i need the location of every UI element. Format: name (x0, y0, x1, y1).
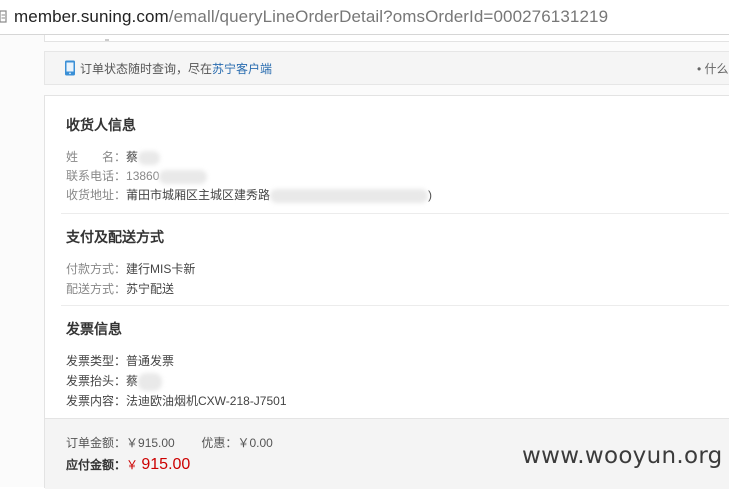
address-value: 莆田市城厢区主城区建秀路 (126, 188, 271, 202)
invoice-header-label: 发票抬头： (66, 374, 127, 388)
invoice-type-row: 发票类型：普通发票 (66, 352, 174, 369)
payable-amount-row: 应付金额：￥ 915.00 (66, 456, 190, 474)
section-divider (61, 213, 729, 214)
url-host: member.suning.com (14, 7, 169, 26)
name-value: 蔡 (126, 150, 139, 164)
url-path: /emall/queryLineOrderDetail?omsOrderId=0… (168, 7, 609, 26)
invoice-type-label: 发票类型： (66, 354, 127, 368)
notice-bar: 订单状态随时查询，尽在 苏宁客户端 • 什么 (44, 51, 729, 85)
discount-value: ￥0.00 (237, 436, 273, 450)
order-amount-row: 订单金额：￥915.00 优惠：￥0.00 (66, 434, 273, 451)
previous-panel-edge (44, 35, 729, 42)
discount-label: 优惠： (201, 436, 238, 450)
payable-currency: ￥ (126, 458, 139, 472)
payment-title: 支付及配送方式 (66, 229, 164, 245)
address-bar[interactable]: member.suning.com/emall/queryLineOrderDe… (0, 0, 729, 35)
mobile-phone-icon (64, 60, 76, 76)
phone-label: 联系电话： (66, 169, 127, 183)
delivery-label: 配送方式： (66, 282, 127, 296)
order-detail-panel: 收货人信息 姓 名：蔡 联系电话：13860 收货地址：莆田市城厢区主城区建秀路… (44, 95, 729, 489)
page-content: 订单状态随时查询，尽在 苏宁客户端 • 什么 收货人信息 姓 名：蔡 联系电话：1… (0, 35, 729, 489)
suning-client-link[interactable]: 苏宁客户端 (212, 60, 272, 77)
invoice-title: 发票信息 (66, 321, 122, 337)
name-label: 姓 名： (66, 150, 127, 164)
delivery-method-row: 配送方式：苏宁配送 (66, 280, 174, 297)
consignee-phone-row: 联系电话：13860 (66, 167, 208, 184)
invoice-type-value: 普通发票 (126, 354, 175, 368)
order-amount-label: 订单金额： (66, 436, 127, 450)
notice-right-text[interactable]: • 什么 (697, 60, 729, 77)
redacted-invoice-header (138, 372, 163, 391)
page-icon (0, 9, 8, 25)
invoice-header-row: 发票抬头：蔡 (66, 372, 163, 391)
address-label: 收货地址： (66, 188, 127, 202)
section-divider (61, 305, 729, 306)
pay-label: 付款方式： (66, 262, 127, 276)
phone-value: 13860 (126, 169, 160, 183)
pay-value: 建行MIS卡新 (126, 262, 196, 276)
redacted-name (138, 150, 161, 165)
order-amount-value: ￥915.00 (126, 436, 175, 450)
notice-text: 订单状态随时查询，尽在 (80, 61, 213, 76)
consignee-name-row: 姓 名：蔡 (66, 148, 161, 165)
delivery-value: 苏宁配送 (126, 282, 175, 296)
panel-decoration (105, 39, 109, 41)
consignee-address-row: 收货地址：莆田市城厢区主城区建秀路) (66, 186, 432, 203)
invoice-header-value: 蔡 (126, 374, 139, 388)
redacted-address (270, 188, 429, 203)
invoice-content-value: 法迪欧油烟机CXW-218-J7501 (126, 394, 287, 408)
payable-value: 915.00 (141, 456, 191, 473)
redacted-phone (159, 169, 208, 184)
payable-label: 应付金额： (66, 458, 127, 472)
invoice-content-row: 发票内容：法迪欧油烟机CXW-218-J7501 (66, 392, 287, 409)
consignee-title: 收货人信息 (66, 117, 136, 133)
address-tail: ) (428, 188, 433, 202)
pay-method-row: 付款方式：建行MIS卡新 (66, 260, 195, 277)
watermark: www.wooyun.org (522, 443, 723, 469)
invoice-content-label: 发票内容： (66, 394, 127, 408)
